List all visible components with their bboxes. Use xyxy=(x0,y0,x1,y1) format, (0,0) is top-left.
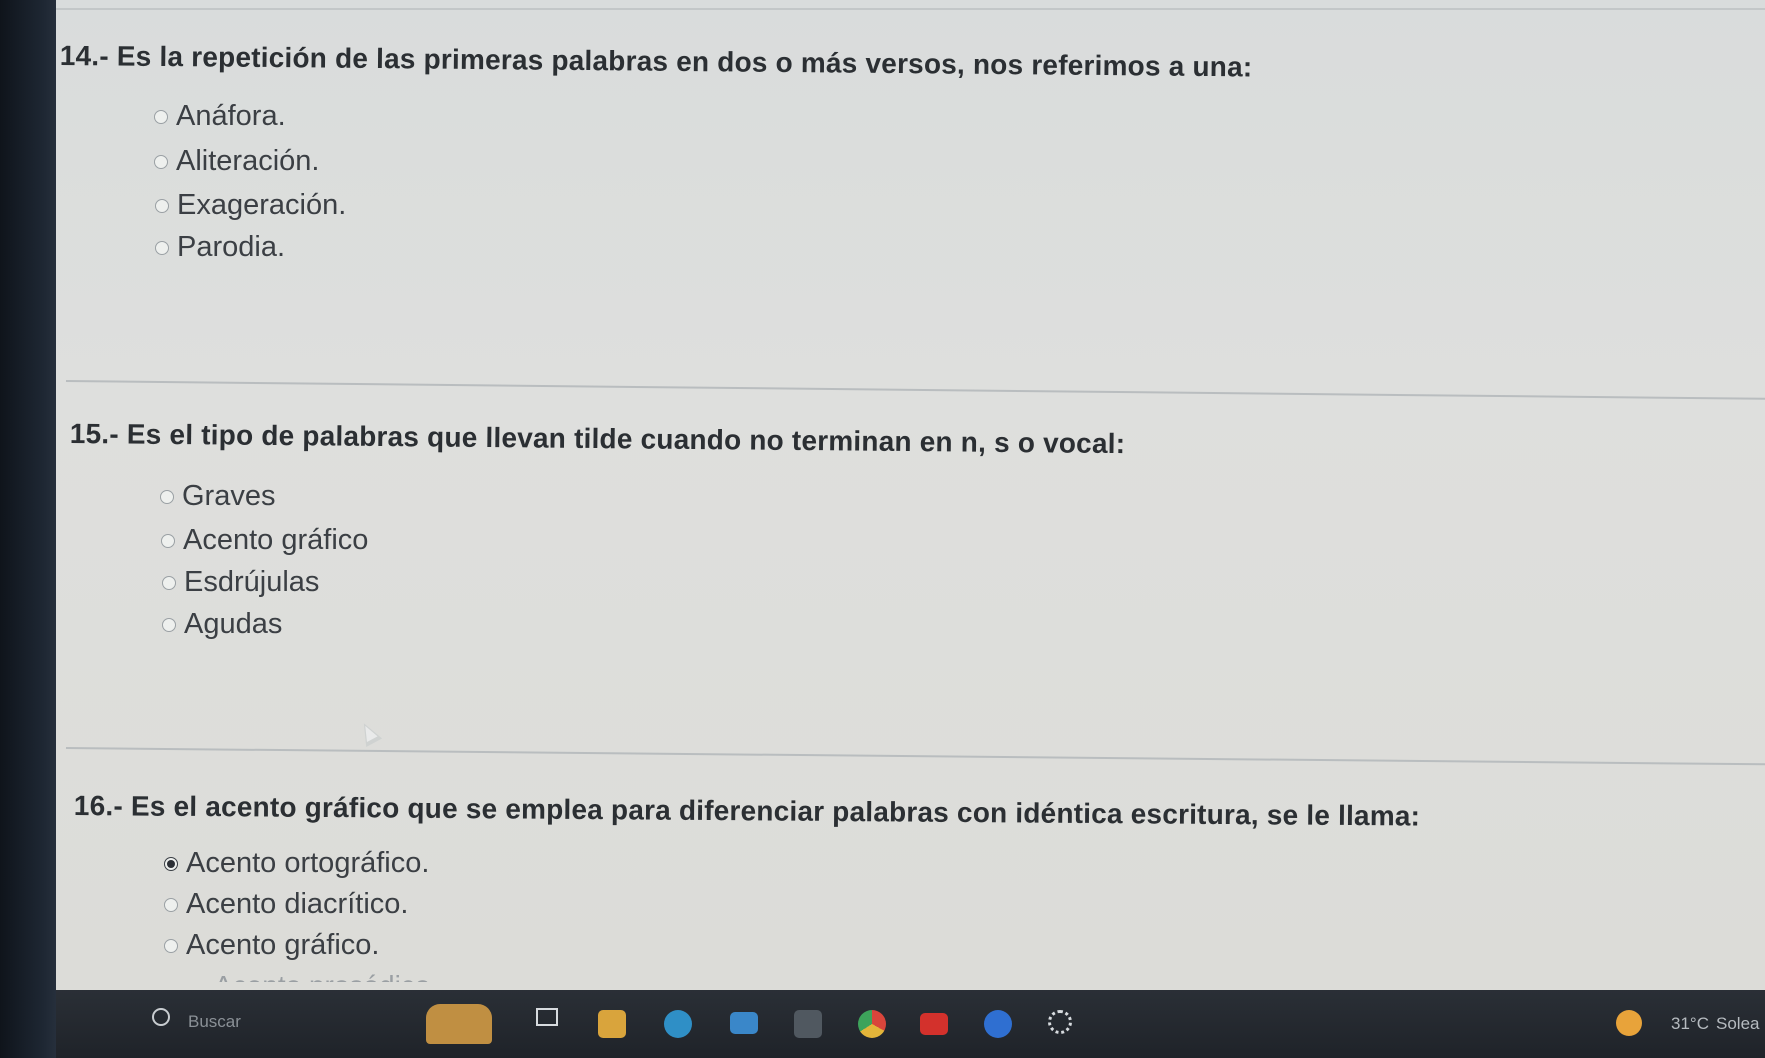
option-label: Acento ortográfico. xyxy=(186,847,430,879)
radio-icon[interactable] xyxy=(154,109,168,124)
question-number: 14.- xyxy=(59,40,110,72)
question-prompt: Es el tipo de palabras que llevan tilde … xyxy=(126,418,1126,460)
option-aliteracion[interactable]: Aliteración. xyxy=(154,145,319,178)
question-16-text: 16.- Es el acento gráfico que se emplea … xyxy=(74,790,1421,833)
store-icon[interactable] xyxy=(794,1010,822,1038)
mouse-cursor-icon xyxy=(355,719,383,747)
task-view-icon[interactable] xyxy=(536,1008,558,1026)
radio-icon[interactable] xyxy=(160,489,174,504)
windows-taskbar: Buscar 31°C Solea xyxy=(56,990,1765,1058)
question-14-text: 14.- Es la repetición de las primeras pa… xyxy=(60,40,1253,83)
radio-icon[interactable] xyxy=(162,617,176,632)
option-acento-grafico-2[interactable]: Acento gráfico. xyxy=(164,929,379,962)
option-agudas[interactable]: Agudas xyxy=(162,608,282,641)
quiz-page: 14.- Es la repetición de las primeras pa… xyxy=(56,0,1765,990)
option-label: Exageración. xyxy=(177,189,347,221)
search-input[interactable]: Buscar xyxy=(188,1012,241,1032)
option-acento-grafico[interactable]: Acento gráfico xyxy=(161,524,368,557)
option-label: Acento diacrítico. xyxy=(186,888,409,920)
file-explorer-icon[interactable] xyxy=(598,1010,626,1038)
option-acento-ortografico[interactable]: Acento ortográfico. xyxy=(164,847,429,880)
edge-icon[interactable] xyxy=(664,1010,692,1038)
settings-icon[interactable] xyxy=(1048,1010,1072,1034)
question-divider xyxy=(65,747,1765,766)
option-label: Acento gráfico xyxy=(183,524,369,556)
top-divider xyxy=(56,8,1765,10)
option-acento-diacritico[interactable]: Acento diacrítico. xyxy=(164,888,408,921)
option-esdrujulas[interactable]: Esdrújulas xyxy=(162,566,319,599)
option-anafora[interactable]: Anáfora. xyxy=(154,100,286,133)
option-label: Parodia. xyxy=(177,231,286,263)
widgets-icon[interactable] xyxy=(426,1004,492,1044)
start-icon[interactable] xyxy=(94,1012,116,1034)
option-label: Acento gráfico. xyxy=(186,929,380,961)
radio-icon[interactable] xyxy=(164,938,178,953)
temperature[interactable]: 31°C xyxy=(1671,1014,1709,1034)
weather-status[interactable]: Solea xyxy=(1716,1014,1759,1034)
question-number: 15.- xyxy=(69,418,120,450)
chrome-icon[interactable] xyxy=(858,1010,886,1038)
option-label: Anáfora. xyxy=(176,100,286,132)
question-prompt: Es el acento gráfico que se emplea para … xyxy=(130,790,1421,832)
question-number: 16.- xyxy=(73,790,124,822)
facebook-icon[interactable] xyxy=(984,1010,1012,1038)
radio-icon[interactable] xyxy=(155,240,169,255)
option-label: Graves xyxy=(182,480,276,512)
radio-icon[interactable] xyxy=(155,198,169,213)
weather-icon[interactable] xyxy=(1616,1010,1642,1036)
option-label: Agudas xyxy=(184,608,283,640)
radio-checked-icon[interactable] xyxy=(164,856,178,871)
option-graves[interactable]: Graves xyxy=(160,480,275,513)
option-label: Aliteración. xyxy=(176,145,320,177)
radio-icon[interactable] xyxy=(162,575,176,590)
youtube-icon[interactable] xyxy=(920,1013,948,1035)
radio-icon[interactable] xyxy=(164,897,178,912)
search-icon[interactable] xyxy=(152,1008,170,1026)
radio-icon[interactable] xyxy=(161,533,175,548)
monitor-bezel xyxy=(0,0,62,1058)
option-label: Esdrújulas xyxy=(184,566,320,598)
question-prompt: Es la repetición de las primeras palabra… xyxy=(116,40,1253,83)
radio-icon[interactable] xyxy=(154,154,168,169)
question-divider xyxy=(65,380,1765,400)
option-exageracion[interactable]: Exageración. xyxy=(155,189,346,222)
question-15-text: 15.- Es el tipo de palabras que llevan t… xyxy=(70,418,1126,460)
mail-icon[interactable] xyxy=(730,1012,758,1034)
option-cutoff[interactable]: Acento prosódico xyxy=(214,968,430,982)
option-parodia[interactable]: Parodia. xyxy=(155,231,285,264)
